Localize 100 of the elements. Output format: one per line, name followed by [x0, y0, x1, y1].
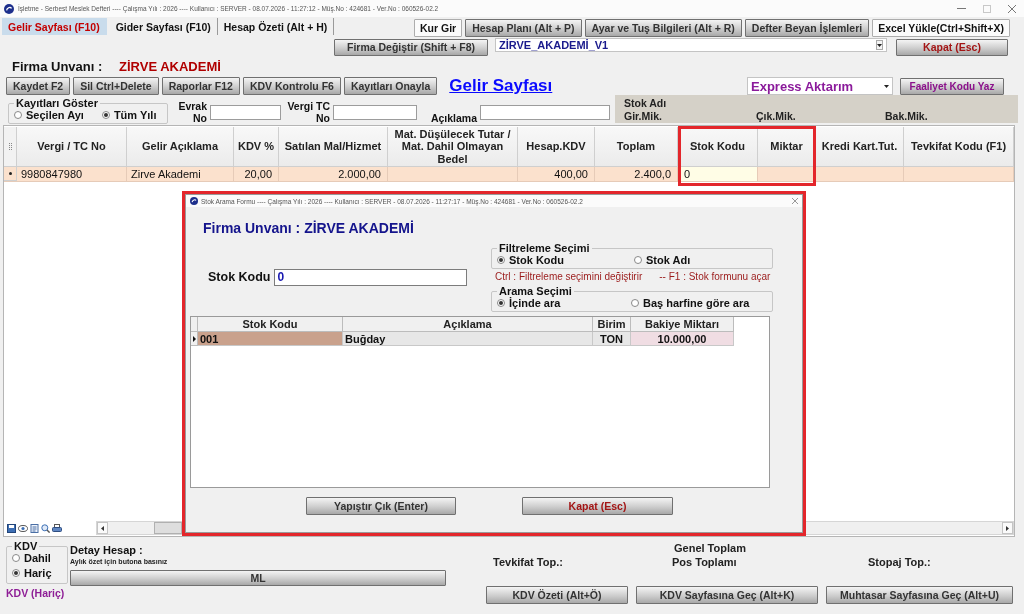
- group-title: Arama Seçimi: [498, 285, 573, 297]
- radio-icon[interactable]: [101, 110, 110, 119]
- detail-title: Detay Hesap :: [70, 544, 144, 557]
- total-label: Stopaj Top.:: [867, 556, 932, 569]
- table-cell: 20,00: [234, 167, 279, 181]
- caret-left-icon: [101, 525, 104, 531]
- company-name: ZİRVE AKADEMİ: [119, 59, 221, 74]
- close-icon[interactable]: [792, 198, 798, 204]
- total-label: Pos Toplamı: [671, 556, 738, 569]
- radio-icon[interactable]: [631, 298, 639, 307]
- eye-icon[interactable]: [18, 523, 28, 533]
- radio-option[interactable]: Tüm Yılı: [101, 108, 157, 121]
- shortcut-hint: -- F1 : Stok formunu açar: [659, 270, 771, 283]
- radio-icon[interactable]: [634, 255, 642, 264]
- document-icon[interactable]: [30, 523, 39, 533]
- activity-code-button[interactable]: Faaliyet Kodu Yaz: [900, 77, 1004, 95]
- action-button[interactable]: Kaydet F2: [6, 77, 71, 95]
- dropdown-arrow-icon[interactable]: [877, 43, 882, 47]
- column-header[interactable]: Kredi Kart.Tut.: [816, 127, 904, 167]
- table-cell: 2.000,00: [279, 167, 388, 181]
- radio-option[interactable]: Seçilen Ayı: [14, 108, 84, 121]
- dialog-button[interactable]: Kapat (Esc): [522, 497, 673, 515]
- page-tab[interactable]: Hesap Özeti (Alt + H): [217, 18, 335, 35]
- company-title: Firma Unvanı : ZİRVE AKADEMİ: [203, 220, 414, 236]
- column-header[interactable]: Toplam: [595, 127, 678, 167]
- radio-option[interactable]: İçinde ara: [497, 296, 631, 309]
- navigation-button[interactable]: KDV Sayfasına Geç (Alt+K): [636, 586, 818, 604]
- table-cell[interactable]: 10.000,00: [631, 332, 734, 346]
- column-header[interactable]: Gelir Açıklama: [127, 127, 234, 167]
- radio-icon[interactable]: [497, 298, 505, 307]
- dropdown-arrow-icon[interactable]: [884, 84, 889, 88]
- monthly-summary-button[interactable]: ML: [70, 570, 446, 586]
- column-header[interactable]: Mat. Düşülecek Tutar / Mat. Dahil Olmayan Bedel: [388, 127, 518, 167]
- column-header[interactable]: KDV %: [234, 127, 279, 167]
- radio-option[interactable]: Dahil: [12, 552, 62, 564]
- input-field[interactable]: [333, 105, 417, 120]
- shortcut-hint: Ctrl : Filtreleme seçimini değiştirir: [495, 270, 643, 283]
- radio-icon[interactable]: [14, 110, 22, 119]
- total-label: Genel Toplam: [673, 541, 747, 555]
- transfer-select[interactable]: Express Aktarım: [747, 77, 893, 95]
- printer-icon[interactable]: [52, 523, 62, 533]
- table-cell[interactable]: Buğday: [343, 332, 593, 346]
- scroll-left-button[interactable]: [97, 522, 108, 534]
- column-header[interactable]: Satılan Mal/Hizmet: [279, 127, 388, 167]
- column-header[interactable]: Tevkifat Kodu (F1): [904, 127, 1014, 167]
- radio-icon[interactable]: [12, 554, 20, 562]
- close-icon[interactable]: [1008, 4, 1016, 13]
- column-header[interactable]: Miktar: [758, 127, 816, 167]
- column-header[interactable]: Açıklama: [343, 317, 593, 332]
- grip-icon: [8, 143, 12, 150]
- close-button[interactable]: Kapat (Esc): [896, 38, 1008, 56]
- action-button[interactable]: KDV Kontrolu F6: [242, 77, 341, 95]
- column-header[interactable]: Stok Kodu: [198, 317, 343, 332]
- radio-icon[interactable]: [12, 569, 20, 577]
- scroll-right-button[interactable]: [1002, 522, 1013, 534]
- column-header[interactable]: Hesap.KDV: [518, 127, 595, 167]
- navigation-button[interactable]: KDV Özeti (Alt+Ö): [486, 586, 628, 604]
- dialog-button[interactable]: Yapıştır Çık (Enter): [306, 497, 456, 515]
- stock-code-field[interactable]: 0: [273, 268, 467, 286]
- table-cell[interactable]: TON: [593, 332, 631, 346]
- radio-option[interactable]: Stok Kodu: [497, 253, 634, 266]
- search-icon[interactable]: [41, 523, 50, 533]
- column-header[interactable]: Bakiye Miktarı: [631, 317, 734, 332]
- page-title-link[interactable]: Gelir Sayfası: [449, 76, 553, 96]
- toolbar-button[interactable]: Excel Yükle(Ctrl+Shift+X): [872, 19, 1010, 37]
- toolbar-button[interactable]: Ayar ve Tuş Bilgileri (Alt + R): [584, 19, 742, 37]
- toolbar-button[interactable]: Kur Gir: [414, 19, 463, 37]
- radio-icon[interactable]: [497, 255, 505, 264]
- column-header[interactable]: Birim: [593, 317, 631, 332]
- action-button[interactable]: Kayıtları Onayla: [343, 77, 438, 95]
- table-cell[interactable]: 001: [198, 332, 343, 346]
- page-tab[interactable]: Gelir Sayfası (F10): [2, 18, 107, 35]
- radio-option[interactable]: Baş harfine göre ara: [631, 296, 750, 309]
- filter-label: Vergi TC No: [286, 98, 330, 124]
- table-row[interactable]: 9980847980 Zirve Akademi 20,00 2.000,00 400,00 2.400,0 0: [4, 167, 1014, 182]
- input-field[interactable]: [210, 105, 281, 120]
- column-header[interactable]: Stok Kodu: [678, 127, 758, 167]
- toolbar-button[interactable]: Hesap Planı (Alt + P): [465, 19, 582, 37]
- group-title: KDV: [13, 541, 39, 552]
- database-select[interactable]: ZİRVE_AKADEMİ_V1: [495, 38, 887, 52]
- table-cell: Zirve Akademi: [127, 167, 234, 181]
- app-logo-icon: [4, 3, 14, 14]
- column-header[interactable]: Vergi / TC No: [17, 127, 127, 167]
- total-label: Tevkifat Top.:: [492, 556, 564, 569]
- table-cell: 2.400,0: [595, 167, 678, 181]
- switch-company-button[interactable]: Firma Değiştir (Shift + F8): [334, 38, 488, 56]
- navigation-button[interactable]: Muhtasar Sayfasına Geç (Alt+U): [826, 586, 1013, 604]
- group-title: Filtreleme Seçimi: [498, 242, 591, 254]
- cell-input-field[interactable]: 0: [678, 167, 758, 181]
- save-icon[interactable]: [7, 523, 16, 533]
- radio-option[interactable]: Hariç: [12, 567, 62, 579]
- action-button[interactable]: Sil Ctrl+Delete: [73, 77, 159, 95]
- action-button[interactable]: Raporlar F12: [161, 77, 240, 95]
- radio-option[interactable]: Stok Adı: [634, 253, 691, 266]
- stock-amount-label: Gir.Mik.: [624, 111, 663, 122]
- page-tab[interactable]: Gider Sayfası (F10): [109, 18, 218, 35]
- input-field[interactable]: [480, 105, 610, 120]
- scrollbar-thumb[interactable]: [154, 522, 182, 534]
- group-title: Kayıtları Göster: [15, 97, 99, 109]
- toolbar-button[interactable]: Defter Beyan İşlemleri: [744, 19, 870, 37]
